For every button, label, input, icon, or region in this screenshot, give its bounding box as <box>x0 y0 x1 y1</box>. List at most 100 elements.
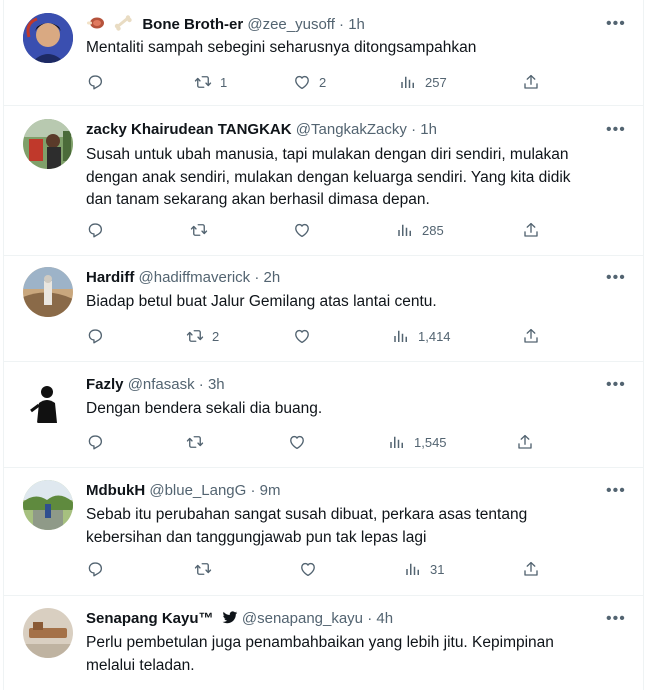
reply-icon <box>86 73 104 91</box>
display-name[interactable]: MdbukH <box>86 482 145 499</box>
more-icon[interactable]: ••• <box>606 482 626 500</box>
retweet-icon <box>186 327 204 345</box>
user-handle[interactable]: @nfasask <box>128 376 195 393</box>
tweet-header: zacky Khairudean TANGKAK @TangkakZacky ·… <box>86 121 437 138</box>
retweet-button[interactable] <box>186 433 212 451</box>
share-button[interactable] <box>522 560 540 578</box>
views-button[interactable]: 285 <box>396 221 444 239</box>
reply-button[interactable] <box>86 433 112 451</box>
retweet-icon <box>186 433 204 451</box>
tweet-header: Hardiff @hadiffmaverick · 2h <box>86 269 280 286</box>
avatar-image <box>23 480 73 530</box>
avatar[interactable] <box>23 608 73 658</box>
more-icon[interactable]: ••• <box>606 610 626 628</box>
views-count: 1,545 <box>414 434 447 450</box>
share-button[interactable] <box>522 221 540 239</box>
share-button[interactable] <box>516 433 534 451</box>
tweet-header: Fazly @nfasask · 3h <box>86 376 225 393</box>
display-name[interactable]: Hardiff <box>86 269 134 286</box>
tweet-time[interactable]: · 3h <box>199 376 225 393</box>
like-icon <box>293 327 311 345</box>
user-handle[interactable]: @blue_LangG <box>149 482 246 499</box>
reply-icon <box>86 221 104 239</box>
tweet-time[interactable]: · 9m <box>250 482 280 499</box>
display-name[interactable]: zacky Khairudean TANGKAK <box>86 121 292 138</box>
bird-icon <box>222 611 238 629</box>
display-name[interactable]: Fazly <box>86 376 124 393</box>
avatar[interactable] <box>23 375 73 425</box>
retweet-count: 1 <box>220 74 228 90</box>
user-handle[interactable]: @zee_yusoff <box>247 16 335 33</box>
tweet-actions: 285 <box>86 221 556 243</box>
tweet-time[interactable]: · 1h <box>339 16 365 33</box>
tweet[interactable]: Fazly @nfasask · 3h ••• Dengan bendera s… <box>3 362 643 468</box>
more-icon[interactable]: ••• <box>606 121 626 139</box>
avatar-image <box>23 119 73 169</box>
tweet[interactable]: Hardiff @hadiffmaverick · 2h ••• Biadap … <box>3 256 643 362</box>
like-button[interactable] <box>288 433 314 451</box>
tweet-time[interactable]: · 1h <box>411 121 437 138</box>
views-count: 285 <box>422 222 444 238</box>
avatar[interactable] <box>23 267 73 317</box>
tweet-actions: 1,545 <box>86 433 556 455</box>
retweet-button[interactable] <box>194 560 220 578</box>
user-handle[interactable]: @senapang_kayu <box>242 610 363 627</box>
avatar[interactable] <box>23 119 73 169</box>
avatar[interactable] <box>23 13 73 63</box>
retweet-button[interactable] <box>190 221 216 239</box>
share-icon <box>522 327 540 345</box>
retweet-count: 2 <box>212 328 220 344</box>
like-count: 2 <box>319 74 327 90</box>
tweet-feed: Bone Broth-er @zee_yusoff · 1h ••• Menta… <box>0 0 663 690</box>
tweet-text: Dengan bendera sekali dia buang. <box>86 400 323 417</box>
share-button[interactable] <box>522 73 540 91</box>
display-name[interactable]: Senapang Kayu™ <box>86 610 214 627</box>
user-handle[interactable]: @TangkakZacky <box>296 121 407 138</box>
tweet[interactable]: zacky Khairudean TANGKAK @TangkakZacky ·… <box>3 106 643 256</box>
user-handle[interactable]: @hadiffmaverick <box>139 269 251 286</box>
display-name[interactable]: Bone Broth-er <box>142 16 243 33</box>
retweet-button[interactable]: 2 <box>186 327 219 345</box>
reply-button[interactable] <box>86 221 112 239</box>
views-icon <box>396 221 414 239</box>
tweet-actions: 1 2 257 <box>86 73 556 95</box>
views-button[interactable]: 257 <box>399 73 447 91</box>
reply-icon <box>86 560 104 578</box>
tweet[interactable]: MdbukH @blue_LangG · 9m ••• Sebab itu pe… <box>3 468 643 596</box>
views-count: 257 <box>425 74 447 90</box>
more-icon[interactable]: ••• <box>606 15 626 33</box>
avatar-image <box>23 13 73 63</box>
share-button[interactable] <box>522 327 540 345</box>
share-icon <box>522 221 540 239</box>
share-icon <box>522 73 540 91</box>
tweet-actions: 31 <box>86 560 556 582</box>
views-button[interactable]: 1,545 <box>388 433 447 451</box>
bone-emoji-icon <box>114 15 132 35</box>
reply-button[interactable] <box>86 560 112 578</box>
like-icon <box>288 433 306 451</box>
reply-button[interactable] <box>86 327 112 345</box>
more-icon[interactable]: ••• <box>606 269 626 287</box>
views-count: 31 <box>430 561 445 577</box>
like-button[interactable] <box>293 221 319 239</box>
like-button[interactable]: 2 <box>293 73 326 91</box>
retweet-button[interactable]: 1 <box>194 73 227 91</box>
views-icon <box>404 560 422 578</box>
more-icon[interactable]: ••• <box>606 376 626 394</box>
tweet[interactable]: Senapang Kayu™ @senapang_kayu · 4h ••• P… <box>3 596 643 690</box>
tweet[interactable]: Bone Broth-er @zee_yusoff · 1h ••• Menta… <box>3 0 643 106</box>
like-icon <box>293 73 311 91</box>
tweet-text: Sebab itu perubahan sangat susah dibuat,… <box>86 506 528 546</box>
avatar[interactable] <box>23 480 73 530</box>
views-button[interactable]: 1,414 <box>392 327 451 345</box>
timeline-border-right <box>643 0 644 690</box>
views-button[interactable]: 31 <box>404 560 444 578</box>
tweet-time[interactable]: · 2h <box>254 269 280 286</box>
like-icon <box>293 221 311 239</box>
reply-button[interactable] <box>86 73 112 91</box>
views-icon <box>388 433 406 451</box>
tweet-time[interactable]: · 4h <box>367 610 393 627</box>
like-button[interactable] <box>293 327 319 345</box>
retweet-icon <box>194 73 212 91</box>
like-button[interactable] <box>299 560 325 578</box>
